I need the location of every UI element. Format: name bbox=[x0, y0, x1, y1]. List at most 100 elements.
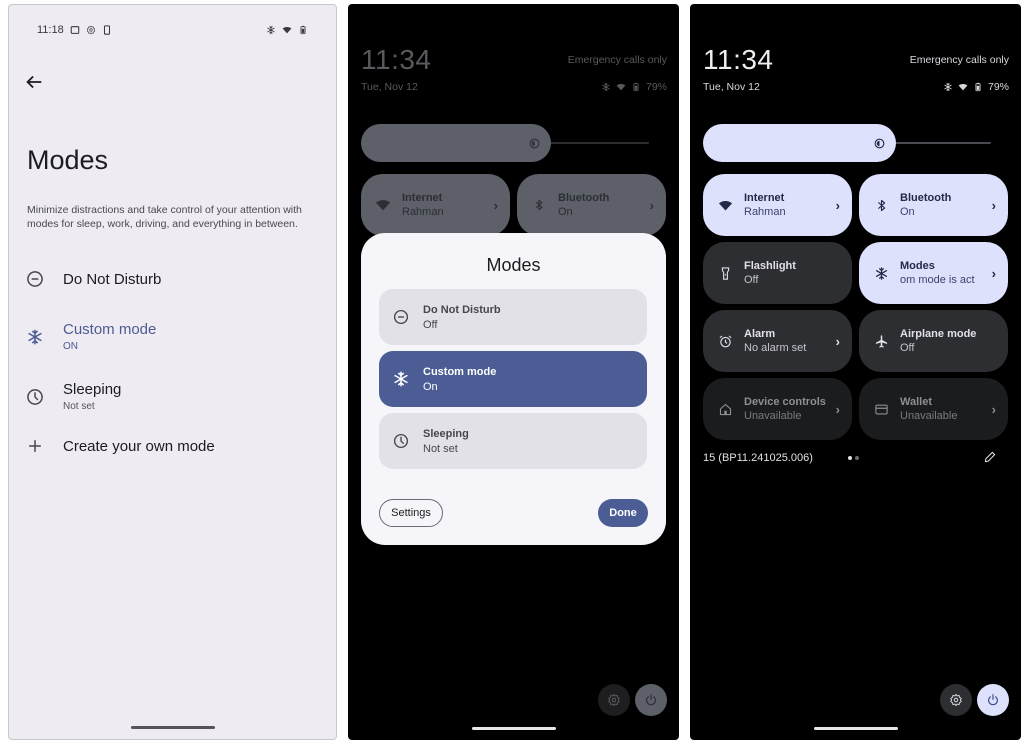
page-title: Modes bbox=[27, 145, 109, 175]
carrier-text: Emergency calls only bbox=[909, 54, 1009, 66]
battery-percent: 79% bbox=[987, 81, 1009, 93]
tile-status: No alarm set bbox=[744, 342, 807, 354]
do-not-disturb-icon bbox=[25, 269, 45, 289]
bluetooth-icon bbox=[532, 198, 546, 212]
power-icon bbox=[986, 693, 1000, 707]
clock-time: 11:34 bbox=[703, 44, 774, 75]
dialog-title: Modes bbox=[486, 255, 541, 275]
modes-status-icon bbox=[601, 82, 611, 92]
date: Tue, Nov 12 bbox=[361, 81, 418, 93]
plus-icon bbox=[25, 436, 45, 456]
wallet-icon bbox=[874, 402, 889, 417]
brightness-fill[interactable] bbox=[703, 124, 896, 162]
gear-icon bbox=[949, 693, 963, 707]
settings-button[interactable] bbox=[598, 684, 630, 716]
tile-name: Airplane mode bbox=[900, 328, 977, 340]
wifi-icon bbox=[958, 82, 968, 92]
settings-button[interactable]: Settings bbox=[379, 499, 443, 527]
tile-name: Device controls bbox=[744, 396, 826, 408]
tile-bluetooth[interactable]: Bluetooth On › bbox=[517, 174, 666, 236]
status-time: 11:18 bbox=[37, 24, 64, 36]
tile-modes[interactable]: Modes om mode is act › bbox=[859, 242, 1008, 304]
tile-airplane-mode[interactable]: Airplane mode Off bbox=[859, 310, 1008, 372]
power-icon bbox=[644, 693, 658, 707]
carrier-text: Emergency calls only bbox=[567, 54, 667, 66]
mode-item-sleeping[interactable]: Sleeping Not set bbox=[23, 381, 322, 412]
tile-status: Rahman bbox=[744, 206, 786, 218]
gear-icon bbox=[607, 693, 621, 707]
battery-percent: 79% bbox=[645, 81, 667, 93]
snowflake-icon bbox=[874, 266, 889, 281]
brightness-fill[interactable] bbox=[361, 124, 551, 162]
settings-button[interactable] bbox=[940, 684, 972, 716]
gesture-nav-bar[interactable] bbox=[471, 727, 556, 730]
edit-pencil-icon[interactable] bbox=[983, 450, 997, 464]
page-description: Minimize distractions and take control o… bbox=[27, 204, 302, 230]
mode-name: Do Not Disturb bbox=[423, 303, 501, 316]
modes-status-icon bbox=[266, 25, 276, 35]
mode-item-do-not-disturb[interactable]: Do Not Disturb bbox=[23, 267, 322, 291]
wifi-icon bbox=[375, 197, 391, 213]
bluetooth-icon bbox=[874, 198, 889, 213]
mode-name: Sleeping bbox=[423, 427, 469, 440]
brightness-icon bbox=[528, 137, 541, 150]
chevron-right-icon: › bbox=[493, 197, 498, 213]
status-bar: 11:18 bbox=[37, 23, 308, 37]
gesture-nav-bar[interactable] bbox=[813, 727, 898, 730]
tile-status: On bbox=[900, 206, 915, 218]
phone-status-icon bbox=[103, 25, 110, 35]
tile-internet[interactable]: Internet Rahman › bbox=[361, 174, 510, 236]
mode-status: Not set bbox=[63, 401, 95, 412]
modes-dialog: Modes Do Not Disturb Off Custom mode On Sl… bbox=[361, 233, 666, 545]
power-button[interactable] bbox=[635, 684, 667, 716]
build-number: 15 (BP11.241025.006) bbox=[703, 452, 813, 464]
create-mode-button[interactable]: Create your own mode bbox=[23, 434, 322, 458]
tile-name: Wallet bbox=[900, 396, 932, 408]
battery-icon bbox=[298, 25, 308, 35]
tile-status: Rahman bbox=[402, 206, 444, 218]
tile-name: Bluetooth bbox=[558, 192, 610, 204]
mode-name: Custom mode bbox=[63, 321, 157, 338]
tile-wallet[interactable]: Wallet Unavailable › bbox=[859, 378, 1008, 440]
alarm-icon bbox=[718, 334, 733, 349]
tile-bluetooth[interactable]: Bluetooth On › bbox=[859, 174, 1008, 236]
quick-settings-panel: 11:34 Tue, Nov 12 Emergency calls only 7… bbox=[690, 4, 1021, 740]
mode-name: Do Not Disturb bbox=[63, 270, 162, 288]
settings-status-icon bbox=[86, 25, 96, 35]
clock-icon bbox=[25, 387, 45, 407]
brightness-icon bbox=[873, 137, 886, 150]
tile-name: Bluetooth bbox=[900, 192, 952, 204]
dialog-mode-custom-mode[interactable]: Custom mode On bbox=[379, 351, 647, 407]
back-arrow-icon[interactable] bbox=[23, 71, 45, 93]
chevron-right-icon: › bbox=[649, 197, 654, 213]
wifi-icon bbox=[616, 82, 626, 92]
tile-status: On bbox=[558, 206, 573, 218]
tile-internet[interactable]: Internet Rahman › bbox=[703, 174, 852, 236]
power-button[interactable] bbox=[977, 684, 1009, 716]
mode-name: Sleeping bbox=[63, 381, 122, 398]
mode-status: ON bbox=[63, 341, 78, 352]
mode-name: Create your own mode bbox=[63, 437, 215, 455]
brightness-slider[interactable] bbox=[703, 124, 991, 162]
done-button[interactable]: Done bbox=[598, 499, 648, 527]
quick-settings-with-modes-dialog: 11:34 Tue, Nov 12 Emergency calls only 7… bbox=[348, 4, 679, 740]
page-dot bbox=[855, 456, 859, 460]
tile-name: Alarm bbox=[744, 328, 776, 340]
brightness-slider[interactable] bbox=[361, 124, 649, 162]
airplane-icon bbox=[874, 334, 889, 349]
tile-device-controls[interactable]: Device controls Unavailable › bbox=[703, 378, 852, 440]
do-not-disturb-icon bbox=[392, 308, 410, 326]
tile-alarm[interactable]: Alarm No alarm set › bbox=[703, 310, 852, 372]
tile-flashlight[interactable]: Flashlight Off bbox=[703, 242, 852, 304]
dialog-mode-sleeping[interactable]: Sleeping Not set bbox=[379, 413, 647, 469]
chevron-right-icon: › bbox=[835, 333, 840, 349]
tile-status: om mode is act bbox=[900, 274, 975, 286]
mode-status: Not set bbox=[423, 442, 458, 455]
mode-item-custom-mode[interactable]: Custom mode ON bbox=[23, 321, 322, 352]
gesture-nav-bar[interactable] bbox=[130, 726, 215, 729]
battery-icon bbox=[631, 82, 641, 92]
chevron-right-icon: › bbox=[835, 401, 840, 417]
modes-status-icon bbox=[943, 82, 953, 92]
dialog-mode-do-not-disturb[interactable]: Do Not Disturb Off bbox=[379, 289, 647, 345]
tile-status: Off bbox=[744, 274, 759, 286]
